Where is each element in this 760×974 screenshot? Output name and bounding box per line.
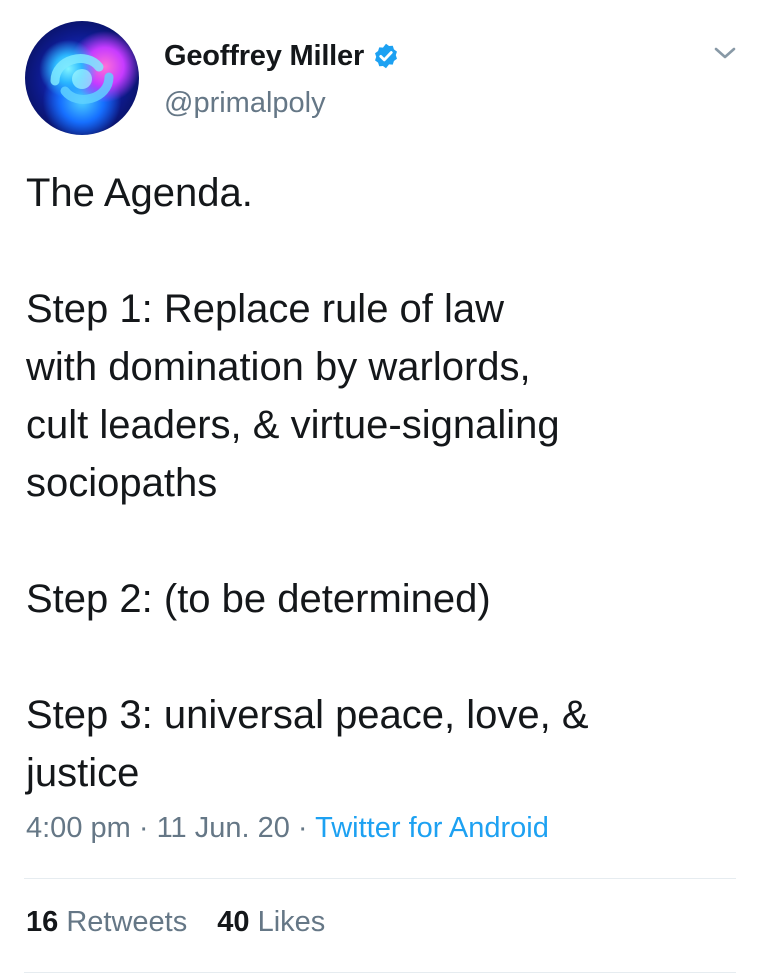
tweet-line: cult leaders, & virtue-signaling: [26, 403, 560, 447]
verified-badge-icon: [375, 43, 398, 69]
meta-separator: ·: [289, 812, 316, 844]
retweets-count: 16: [26, 906, 59, 938]
tweet-meta: 4:00 pm · 11 Jun. 20 · Twitter for Andro…: [26, 812, 549, 845]
likes-label: Likes: [257, 906, 326, 938]
tweet-text: The Agenda. Step 1: Replace rule of law …: [26, 164, 726, 802]
author-name-row: Geoffrey Miller: [164, 36, 400, 76]
tweet-card: Geoffrey Miller @primalpoly The Agenda. …: [0, 0, 760, 974]
tweet-line: Step 1: Replace rule of law: [26, 287, 505, 331]
tweet-line: Step 3: universal peace, love, &: [26, 693, 589, 737]
tweet-time[interactable]: 4:00 pm: [26, 812, 131, 844]
likes-stat[interactable]: 40 Likes: [217, 906, 325, 938]
likes-count: 40: [217, 906, 250, 938]
divider: [24, 878, 736, 879]
retweets-label: Retweets: [66, 906, 188, 938]
avatar-art-icon: [50, 54, 114, 104]
chevron-down-icon[interactable]: [712, 40, 738, 66]
tweet-date[interactable]: 11 Jun. 20: [157, 812, 290, 844]
tweet-line: with domination by warlords,: [26, 345, 531, 389]
divider: [24, 972, 736, 973]
author-name[interactable]: Geoffrey Miller: [164, 40, 364, 73]
author-handle[interactable]: @primalpoly: [164, 87, 326, 120]
meta-separator: ·: [130, 812, 157, 844]
tweet-line: Step 2: (to be determined): [26, 577, 491, 621]
avatar[interactable]: [25, 21, 139, 135]
tweet-stats: 16 Retweets 40 Likes: [26, 906, 347, 939]
tweet-line: The Agenda.: [26, 171, 253, 215]
tweet-source-link[interactable]: Twitter for Android: [315, 812, 549, 844]
tweet-line: justice: [26, 751, 140, 795]
tweet-line: sociopaths: [26, 461, 218, 505]
retweets-stat[interactable]: 16 Retweets: [26, 906, 187, 938]
